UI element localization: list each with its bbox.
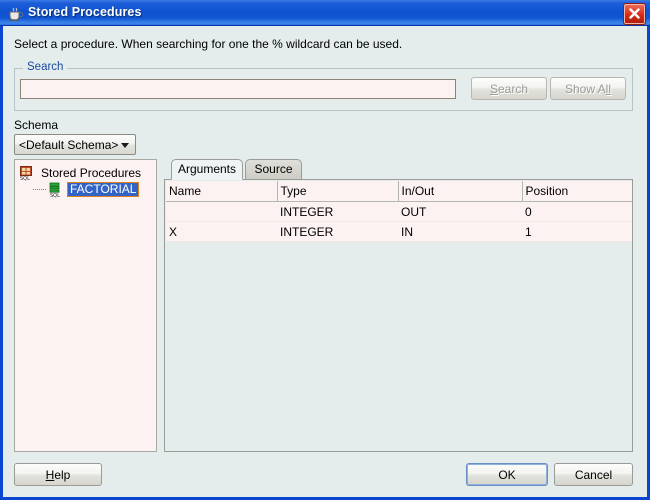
tree-connector [33,188,46,191]
tree-node-factorial[interactable]: SQL FACTORIAL [33,181,140,199]
cell-position: 0 [522,201,632,222]
help-button[interactable]: Help [14,463,102,486]
title-bar: Stored Procedures [0,0,650,26]
schema-selected-value: <Default Schema> [19,138,119,152]
chevron-down-icon [121,143,129,148]
help-button-label: elp [54,467,71,482]
search-group-label: Search [23,61,68,73]
cell-type: INTEGER [277,201,398,222]
table-row[interactable]: X INTEGER IN 1 [166,221,632,242]
schema-dropdown[interactable]: <Default Schema> [14,134,136,155]
close-icon[interactable] [623,3,646,25]
svg-text:SQL: SQL [50,193,60,198]
cell-inout: IN [398,221,522,242]
tree-node-root[interactable]: SQL Stored Procedures [19,164,143,182]
column-header-position[interactable]: Position [522,181,632,202]
cancel-button[interactable]: Cancel [554,463,633,486]
stored-procedures-dialog: Stored Procedures Select a procedure. Wh… [0,0,650,500]
column-header-type[interactable]: Type [277,181,399,202]
show-all-label: Show A [564,81,606,96]
window-title: Stored Procedures [28,5,142,19]
show-all-button[interactable]: Show All [550,77,626,100]
schema-label: Schema [14,118,59,132]
ok-button[interactable]: OK [466,463,548,486]
column-header-inout[interactable]: In/Out [398,181,523,202]
table-header-row: Name Type In/Out Position [166,181,632,202]
cell-name: X [166,221,277,242]
column-header-name[interactable]: Name [166,181,278,202]
coffee-cup-icon [7,5,24,22]
cell-name [166,201,277,222]
table-row[interactable]: INTEGER OUT 0 [166,201,632,222]
database-procedures-icon: SQL [19,165,36,182]
arguments-table: Name Type In/Out Position INTEGER OUT 0 [166,181,632,242]
arguments-tab-body: Name Type In/Out Position INTEGER OUT 0 [164,179,633,452]
instruction-text: Select a procedure. When searching for o… [14,37,403,51]
svg-text:SQL: SQL [20,176,30,181]
cell-inout: OUT [398,201,522,222]
cell-type: INTEGER [277,221,398,242]
search-button[interactable]: Search [471,77,547,100]
stored-procedures-tree[interactable]: SQL Stored Procedures SQL FACTORIAL [14,159,157,452]
search-input[interactable] [20,79,456,99]
search-button-label: earch [497,81,529,96]
tab-arguments[interactable]: Arguments [171,159,243,180]
tree-child-label: FACTORIAL [67,182,140,197]
cell-position: 1 [522,221,632,242]
details-tab-panel: Arguments Source Name Type In/Out Positi… [164,159,633,452]
tree-root-label: Stored Procedures [41,165,142,180]
search-button-accel: S [489,81,498,96]
dialog-client-area: Select a procedure. When searching for o… [3,26,647,497]
show-all-accel: ll [605,81,612,96]
tab-source[interactable]: Source [245,159,302,179]
sql-procedure-icon: SQL [47,182,64,199]
